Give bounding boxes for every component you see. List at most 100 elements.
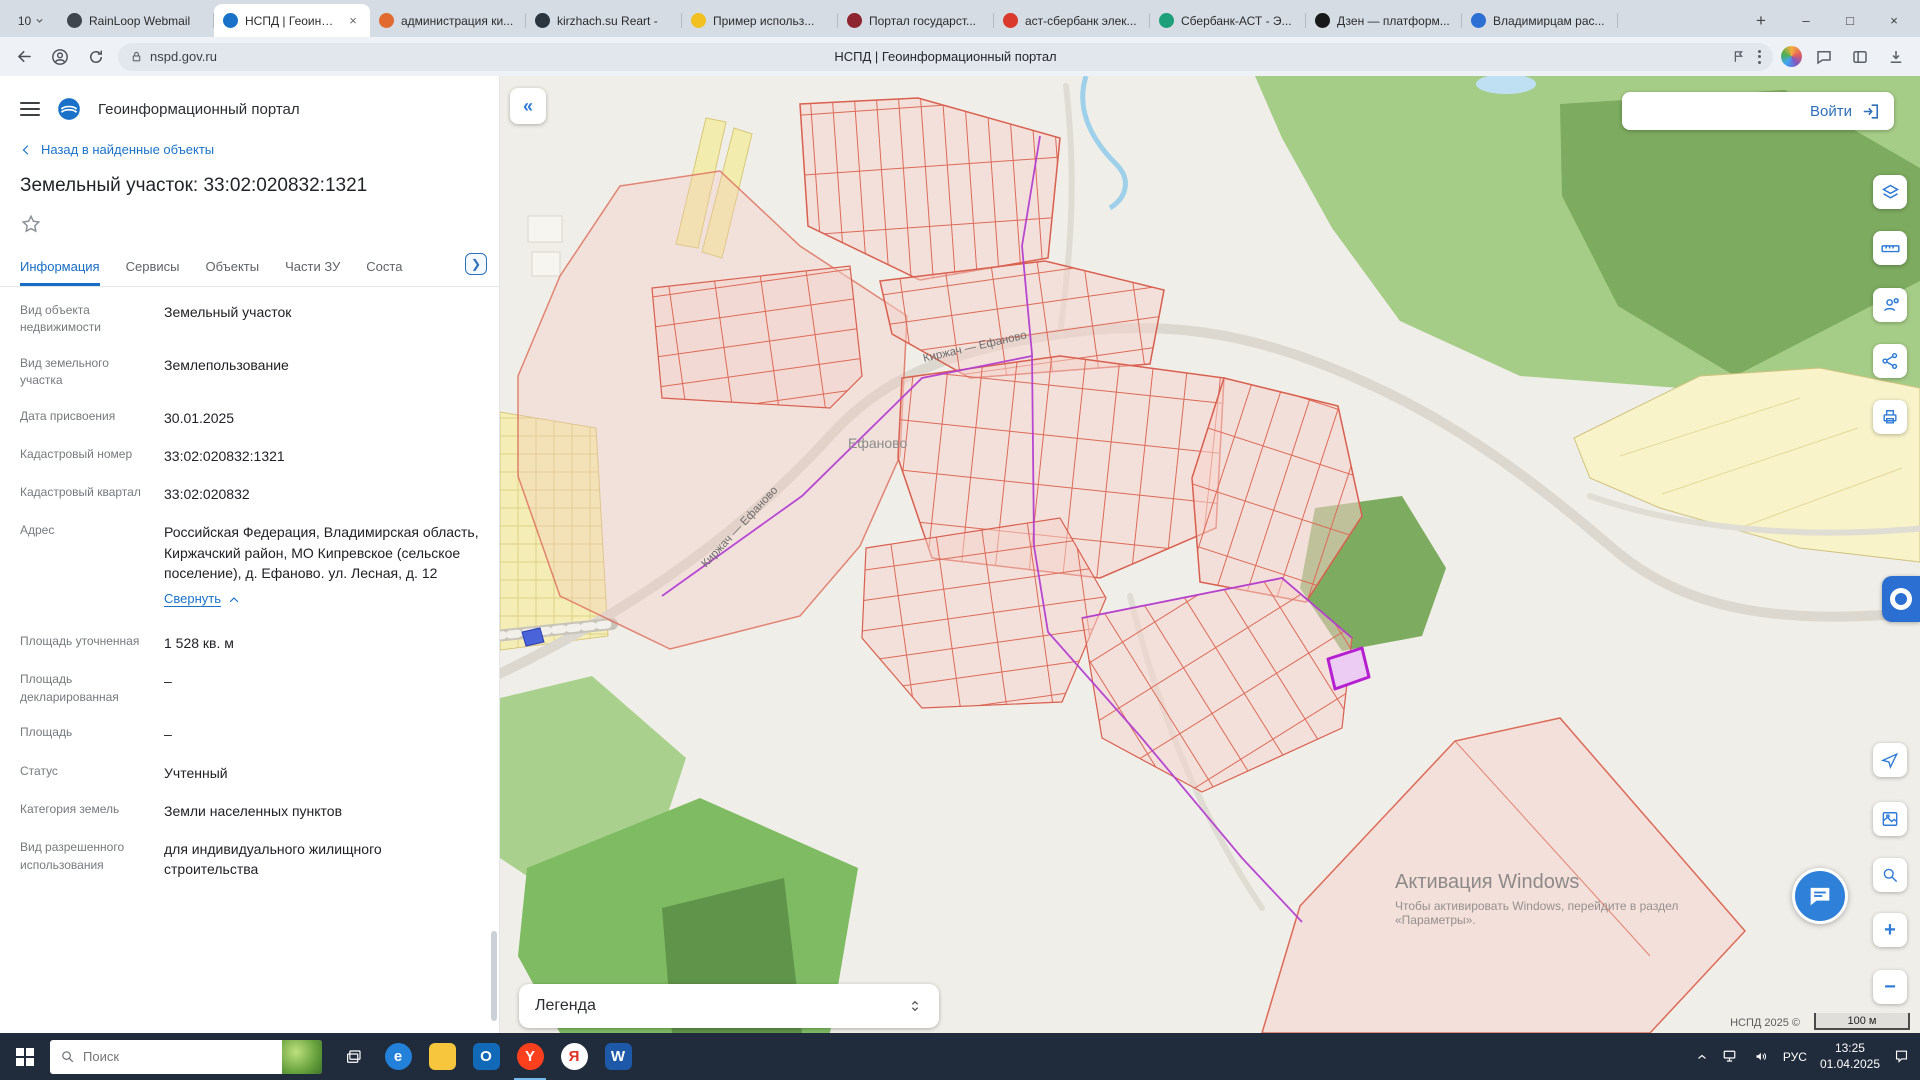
expand-collapse-icon [907, 998, 923, 1014]
chat-widget-button[interactable] [1792, 868, 1848, 924]
print-button[interactable] [1873, 400, 1907, 434]
window-minimize-button[interactable]: – [1784, 4, 1828, 37]
tab-title: kirzhach.su Reart - [557, 14, 673, 28]
tab-favicon [1003, 13, 1018, 28]
back-to-results-link[interactable]: Назад в найденные объекты [0, 130, 499, 159]
window-maximize-button[interactable]: □ [1828, 4, 1872, 37]
back-arrow-icon [15, 47, 34, 66]
url-text: nspd.gov.ru [150, 49, 217, 64]
login-button[interactable]: Войти [1622, 92, 1894, 130]
field-label: Площадь [20, 724, 148, 744]
taskbar-clock[interactable]: 13:25 01.04.2025 [1820, 1041, 1880, 1072]
share-button[interactable] [1873, 344, 1907, 378]
browser-tab[interactable]: администрация ки... × [370, 4, 526, 37]
support-button[interactable] [1873, 288, 1907, 322]
panel-tab[interactable]: Части ЗУ [285, 250, 340, 286]
basemap-button[interactable] [1873, 802, 1907, 836]
field-label: Площадь декларированная [20, 671, 148, 706]
tab-title: Портал государст... [869, 14, 985, 28]
task-view-button[interactable] [332, 1033, 376, 1080]
browser-tab[interactable]: аст-сбербанк элек... × [994, 4, 1150, 37]
field-row: Вид разрешенного использования для индив… [0, 830, 499, 889]
taskbar-app-button[interactable]: Я [552, 1033, 596, 1080]
tabs-scroll-right-button[interactable]: ❯ [465, 253, 487, 275]
browser-avatar[interactable] [1781, 46, 1802, 67]
object-title: Земельный участок: 33:02:020832:1321 [0, 159, 499, 201]
app-icon: Я [561, 1043, 588, 1070]
taskbar-app-button[interactable]: Y [508, 1033, 552, 1080]
tray-chevron-icon[interactable] [1695, 1050, 1709, 1064]
address-bar[interactable]: nspd.gov.ru НСПД | Геоинформационный пор… [118, 43, 1773, 71]
zoom-extent-button[interactable] [1873, 858, 1907, 892]
menu-dots-icon[interactable] [1758, 50, 1761, 64]
back-button[interactable] [10, 43, 38, 71]
language-indicator[interactable]: РУС [1783, 1050, 1807, 1064]
object-info-panel: Геоинформационный портал Назад в найденн… [0, 76, 500, 1033]
scale-bar: 100 м [1814, 1013, 1910, 1030]
bookmark-flag-icon[interactable] [1731, 49, 1746, 64]
app-icon: O [473, 1043, 500, 1070]
user-settings-icon [1880, 295, 1901, 316]
zoom-out-button[interactable]: − [1873, 970, 1907, 1004]
collapse-link-label: Свернуть [164, 590, 221, 609]
browser-tab[interactable]: kirzhach.su Reart - × [526, 4, 682, 37]
collapse-address-link[interactable]: Свернуть [164, 590, 240, 609]
panel-tab[interactable]: Сервисы [126, 250, 180, 286]
layers-button[interactable] [1873, 175, 1907, 209]
login-icon [1861, 102, 1880, 121]
hamburger-menu-icon[interactable] [20, 102, 40, 116]
tab-close-icon[interactable]: × [345, 13, 361, 29]
refresh-icon [87, 48, 105, 66]
windows-taskbar: e O Y Я W [0, 1033, 1920, 1080]
browser-tab[interactable]: Владимирцам рас... × [1462, 4, 1618, 37]
tab-title: Дзен — платформ... [1337, 14, 1453, 28]
taskbar-app-button[interactable]: O [464, 1033, 508, 1080]
field-row: Категория земель Земли населенных пункто… [0, 792, 499, 830]
taskbar-search[interactable] [50, 1040, 322, 1074]
taskbar-app-button[interactable] [420, 1033, 464, 1080]
browser-tab[interactable]: Пример использ... × [682, 4, 838, 37]
chat-bubble-icon [1815, 48, 1833, 66]
favorite-star-icon[interactable] [20, 213, 42, 235]
search-input[interactable] [83, 1049, 274, 1064]
tab-counter-button[interactable]: 10 [4, 4, 58, 37]
browser-tab[interactable]: НСПД | Геоинф... × [214, 4, 370, 37]
map-canvas[interactable]: Ефаново Киржач — Ефаново Киржач — Ефанов… [500, 76, 1920, 1033]
panel-tab[interactable]: Соста [366, 250, 402, 286]
taskbar-app-button[interactable]: e [376, 1033, 420, 1080]
downloads-button[interactable] [1882, 43, 1910, 71]
start-button[interactable] [0, 1033, 50, 1080]
zoom-in-button[interactable]: + [1873, 913, 1907, 947]
browser-tab[interactable]: RainLoop Webmail × [58, 4, 214, 37]
network-icon[interactable] [1722, 1049, 1740, 1064]
field-value: – [164, 671, 479, 706]
refresh-button[interactable] [82, 43, 110, 71]
browser-tab[interactable]: Сбербанк-АСТ - Э... × [1150, 4, 1306, 37]
browser-tab[interactable]: Дзен — платформ... × [1306, 4, 1462, 37]
layers-icon [1880, 182, 1901, 203]
notification-center-icon[interactable] [1893, 1048, 1910, 1065]
tab-title: Пример использ... [713, 14, 829, 28]
assistant-tab[interactable] [1882, 576, 1920, 622]
my-location-button[interactable] [1873, 743, 1907, 777]
tab-title: НСПД | Геоинф... [245, 14, 338, 28]
field-label: Дата присвоения [20, 408, 148, 428]
browser-tab[interactable]: Портал государст... × [838, 4, 994, 37]
measure-button[interactable] [1873, 231, 1907, 265]
chat-button[interactable] [1810, 43, 1838, 71]
panel-collapse-button[interactable]: « [510, 88, 546, 124]
field-label: Адрес [20, 522, 148, 609]
panel-tab[interactable]: Информация [20, 250, 100, 286]
tab-title: RainLoop Webmail [89, 14, 205, 28]
window-close-button[interactable]: × [1872, 4, 1916, 37]
taskbar-app-button[interactable]: W [596, 1033, 640, 1080]
volume-icon[interactable] [1753, 1049, 1770, 1064]
panel-tab[interactable]: Объекты [205, 250, 259, 286]
address-field-row: Адрес Российская Федерация, Владимирская… [0, 513, 499, 618]
profile-button[interactable] [46, 43, 74, 71]
side-panel-button[interactable] [1846, 43, 1874, 71]
new-tab-button[interactable]: + [1744, 4, 1778, 37]
field-row: Кадастровый номер 33:02:020832:1321 [0, 437, 499, 475]
legend-panel[interactable]: Легенда [519, 984, 939, 1028]
panel-scrollbar[interactable] [491, 931, 497, 1021]
